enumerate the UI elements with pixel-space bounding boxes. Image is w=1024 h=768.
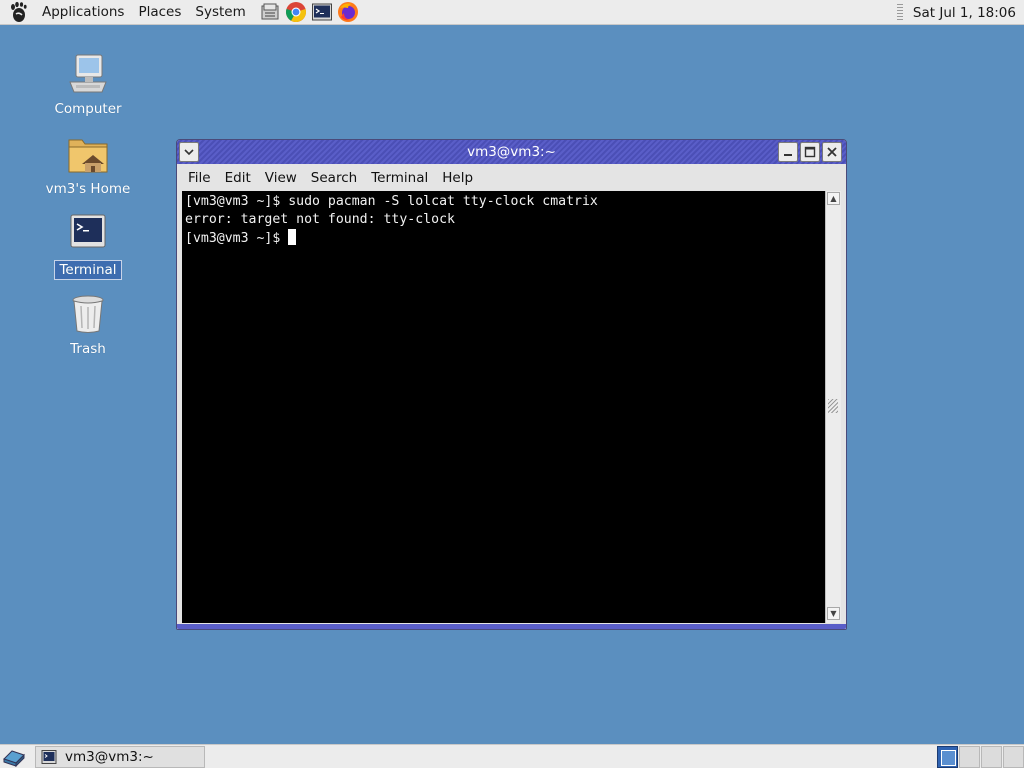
desktop-icon-home[interactable]: vm3's Home	[38, 132, 138, 198]
minimize-button[interactable]	[778, 142, 798, 162]
chrome-icon	[285, 2, 306, 23]
terminal-prompt-line: [vm3@vm3 ~]$	[185, 229, 822, 248]
terminal-screen[interactable]: [vm3@vm3 ~]$ sudo pacman -S lolcat tty-c…	[182, 191, 825, 623]
clock-area: Sat Jul 1, 18:06	[896, 0, 1024, 25]
terminal-cursor	[288, 229, 297, 245]
menu-file[interactable]: File	[181, 166, 218, 190]
close-button[interactable]	[822, 142, 842, 162]
launcher-file-manager[interactable]	[259, 1, 281, 23]
menu-search[interactable]: Search	[304, 166, 364, 190]
panel-handle[interactable]	[896, 3, 903, 22]
launcher-firefox[interactable]	[337, 1, 359, 23]
launcher-terminal[interactable]	[311, 1, 333, 23]
scroll-down-arrow[interactable]: ▼	[827, 607, 840, 620]
terminal-window: vm3@vm3:~ File Edit View Search Terminal…	[176, 139, 847, 630]
maximize-icon	[804, 146, 816, 158]
terminal-prompt: [vm3@vm3 ~]$	[185, 231, 289, 246]
desktop-icon-computer[interactable]: Computer	[38, 52, 138, 118]
menu-system[interactable]: System	[188, 0, 252, 25]
desktop-label-computer: Computer	[54, 101, 122, 117]
home-folder-icon	[68, 139, 108, 173]
window-titlebar[interactable]: vm3@vm3:~	[177, 140, 846, 164]
taskbar-item-label: vm3@vm3:~	[65, 749, 154, 765]
desktop-icon-terminal[interactable]: Terminal	[38, 212, 138, 280]
window-bottom-border[interactable]	[177, 624, 846, 629]
top-panel: Applications Places System Sat Jul 1, 18…	[0, 0, 1024, 25]
launcher-chrome[interactable]	[285, 1, 307, 23]
terminal-line: [vm3@vm3 ~]$ sudo pacman -S lolcat tty-c…	[185, 194, 598, 209]
file-cabinet-icon	[261, 3, 279, 20]
terminal-icon	[311, 3, 332, 21]
desktop-label-terminal: Terminal	[54, 260, 122, 280]
maximize-button[interactable]	[800, 142, 820, 162]
menu-terminal[interactable]: Terminal	[364, 166, 435, 190]
vertical-scrollbar[interactable]: ▲ ▼	[825, 191, 841, 623]
menu-help[interactable]: Help	[435, 166, 480, 190]
show-desktop-button[interactable]	[2, 747, 26, 767]
desktop-label-trash: Trash	[70, 341, 106, 357]
terminal-menubar: File Edit View Search Terminal Help	[181, 166, 842, 190]
show-desktop-icon	[3, 750, 25, 767]
terminal-line: error: target not found: tty-clock	[185, 212, 455, 227]
taskbar-item-terminal[interactable]: vm3@vm3:~	[35, 746, 205, 768]
bottom-panel: vm3@vm3:~	[0, 744, 1024, 768]
trash-icon	[72, 295, 104, 333]
menu-places[interactable]: Places	[131, 0, 188, 25]
firefox-icon	[337, 2, 358, 22]
workspace-2[interactable]	[959, 746, 980, 768]
scroll-up-arrow[interactable]: ▲	[827, 192, 840, 205]
menu-applications[interactable]: Applications	[35, 0, 131, 25]
terminal-desktop-icon	[70, 214, 106, 248]
computer-icon	[69, 54, 107, 93]
menu-edit[interactable]: Edit	[218, 166, 258, 190]
terminal-small-icon	[41, 750, 57, 764]
desktop-icon-trash[interactable]: Trash	[38, 292, 138, 358]
clock[interactable]: Sat Jul 1, 18:06	[913, 5, 1024, 21]
workspace-3[interactable]	[981, 746, 1002, 768]
menu-view[interactable]: View	[258, 166, 304, 190]
minimize-icon	[784, 154, 792, 156]
resize-grip[interactable]	[828, 399, 838, 413]
workspace-4[interactable]	[1003, 746, 1024, 768]
workspace-1[interactable]	[937, 746, 958, 768]
gnome-foot-icon[interactable]	[7, 1, 29, 23]
desktop-label-home: vm3's Home	[45, 181, 131, 197]
window-title: vm3@vm3:~	[467, 144, 556, 160]
close-icon	[827, 147, 837, 157]
